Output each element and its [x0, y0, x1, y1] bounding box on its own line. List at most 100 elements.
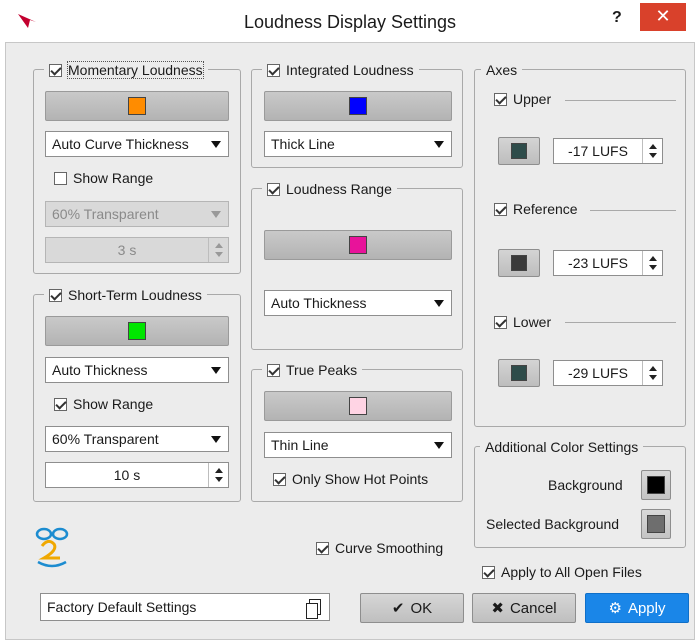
loudness-range-color-swatch [349, 236, 367, 254]
cancel-button[interactable]: ✖ Cancel [472, 593, 576, 623]
chevron-down-icon [434, 141, 444, 148]
momentary-transparency-select[interactable]: 60% Transparent [45, 201, 229, 227]
background-color-swatch [647, 476, 665, 494]
short-term-duration-spinbox[interactable]: 10 s [45, 462, 229, 488]
short-term-thickness-select[interactable]: Auto Thickness [45, 357, 229, 383]
apply-all-option[interactable]: Apply to All Open Files [482, 564, 642, 580]
reference-axis-toggle[interactable]: Reference [494, 201, 578, 217]
momentary-legend[interactable]: Momentary Loudness [44, 60, 208, 80]
loudness-range-checkbox[interactable] [267, 182, 280, 196]
spin-down-icon[interactable] [649, 265, 657, 270]
short-term-show-range[interactable]: Show Range [54, 396, 153, 412]
cancel-label: Cancel [509, 599, 557, 617]
curve-smoothing-checkbox[interactable] [316, 541, 329, 555]
background-label: Background [548, 477, 623, 493]
momentary-color-button[interactable] [45, 91, 229, 121]
lower-checkbox[interactable] [494, 315, 507, 329]
upper-color-swatch [511, 143, 527, 159]
lower-lufs-spinbox[interactable]: -29 LUFS [553, 360, 663, 386]
reference-divider [590, 210, 676, 211]
short-term-show-range-checkbox[interactable] [54, 397, 67, 411]
chevron-down-icon [211, 141, 221, 148]
upper-lufs-value: -17 LUFS [568, 143, 628, 159]
short-term-duration-stepper[interactable] [208, 463, 228, 487]
chevron-down-icon [434, 442, 444, 449]
loudness-range-legend[interactable]: Loudness Range [262, 179, 397, 199]
integrated-label: Integrated Loudness [286, 62, 414, 78]
momentary-thickness-select[interactable]: Auto Curve Thickness [45, 131, 229, 157]
curve-smoothing-option[interactable]: Curve Smoothing [316, 540, 443, 556]
lower-lufs-stepper[interactable] [642, 361, 662, 385]
true-peaks-color-swatch [349, 397, 367, 415]
momentary-duration-spinbox[interactable]: 3 s [45, 237, 229, 263]
ok-button[interactable]: ✔ OK [360, 593, 464, 623]
upper-lufs-stepper[interactable] [642, 139, 662, 163]
hot-points-checkbox[interactable] [273, 472, 286, 486]
integrated-thickness-select[interactable]: Thick Line [264, 131, 452, 157]
true-peaks-color-button[interactable] [264, 391, 452, 421]
loudness-range-color-button[interactable] [264, 230, 452, 260]
short-term-color-button[interactable] [45, 316, 229, 346]
chevron-down-icon [434, 300, 444, 307]
spin-down-icon[interactable] [215, 477, 223, 482]
reference-lufs-spinbox[interactable]: -23 LUFS [553, 250, 663, 276]
upper-axis-toggle[interactable]: Upper [494, 91, 551, 107]
momentary-duration-stepper[interactable] [208, 238, 228, 262]
lower-lufs-value: -29 LUFS [568, 365, 628, 381]
selected-background-label: Selected Background [486, 516, 620, 532]
true-peaks-checkbox[interactable] [267, 363, 280, 377]
lower-color-button[interactable] [498, 359, 540, 387]
wavelab-logo-icon [35, 527, 69, 568]
true-peaks-thickness-value: Thin Line [271, 437, 329, 453]
background-color-button[interactable] [641, 470, 671, 500]
apply-label: Apply [627, 599, 666, 617]
loudness-range-thickness-select[interactable]: Auto Thickness [264, 290, 452, 316]
short-term-transparency-value: 60% Transparent [52, 431, 159, 447]
spin-up-icon[interactable] [649, 256, 657, 261]
close-button[interactable]: ✕ [640, 3, 686, 31]
additional-colors-label: Additional Color Settings [485, 439, 639, 455]
spin-down-icon[interactable] [649, 153, 657, 158]
momentary-checkbox[interactable] [49, 63, 62, 77]
momentary-color-swatch [128, 97, 146, 115]
lower-divider [565, 322, 676, 323]
reference-checkbox[interactable] [494, 202, 507, 216]
reference-color-button[interactable] [498, 249, 540, 277]
integrated-color-button[interactable] [264, 91, 452, 121]
hot-points-label: Only Show Hot Points [292, 471, 429, 487]
preset-value: Factory Default Settings [47, 599, 197, 615]
short-term-transparency-select[interactable]: 60% Transparent [45, 426, 229, 452]
short-term-legend[interactable]: Short-Term Loudness [44, 285, 207, 305]
hot-points-option[interactable]: Only Show Hot Points [273, 471, 428, 487]
preset-field[interactable]: Factory Default Settings [40, 593, 330, 621]
x-icon: ✖ [491, 600, 504, 617]
upper-checkbox[interactable] [494, 92, 507, 106]
lower-axis-toggle[interactable]: Lower [494, 314, 551, 330]
help-button[interactable]: ? [612, 9, 622, 27]
spin-down-icon[interactable] [649, 375, 657, 380]
short-term-checkbox[interactable] [49, 288, 62, 302]
apply-all-checkbox[interactable] [482, 565, 495, 579]
upper-lufs-spinbox[interactable]: -17 LUFS [553, 138, 663, 164]
spin-down-icon[interactable] [215, 252, 223, 257]
spin-up-icon[interactable] [215, 468, 223, 473]
true-peaks-legend[interactable]: True Peaks [262, 360, 363, 380]
upper-divider [565, 100, 676, 101]
integrated-legend[interactable]: Integrated Loudness [262, 60, 419, 80]
momentary-show-range[interactable]: Show Range [54, 170, 153, 186]
upper-color-button[interactable] [498, 137, 540, 165]
reference-label: Reference [513, 201, 578, 217]
reference-lufs-stepper[interactable] [642, 251, 662, 275]
loudness-range-label: Loudness Range [286, 181, 392, 197]
apply-button[interactable]: ⚙ Apply [585, 593, 689, 623]
true-peaks-thickness-select[interactable]: Thin Line [264, 432, 452, 458]
preset-menu-icon[interactable] [306, 599, 321, 619]
spin-up-icon[interactable] [649, 144, 657, 149]
short-term-show-range-label: Show Range [73, 396, 154, 412]
selected-background-color-button[interactable] [641, 509, 671, 539]
curve-smoothing-label: Curve Smoothing [335, 540, 444, 556]
spin-up-icon[interactable] [649, 366, 657, 371]
momentary-show-range-checkbox[interactable] [54, 171, 67, 185]
integrated-checkbox[interactable] [267, 63, 280, 77]
spin-up-icon[interactable] [215, 243, 223, 248]
